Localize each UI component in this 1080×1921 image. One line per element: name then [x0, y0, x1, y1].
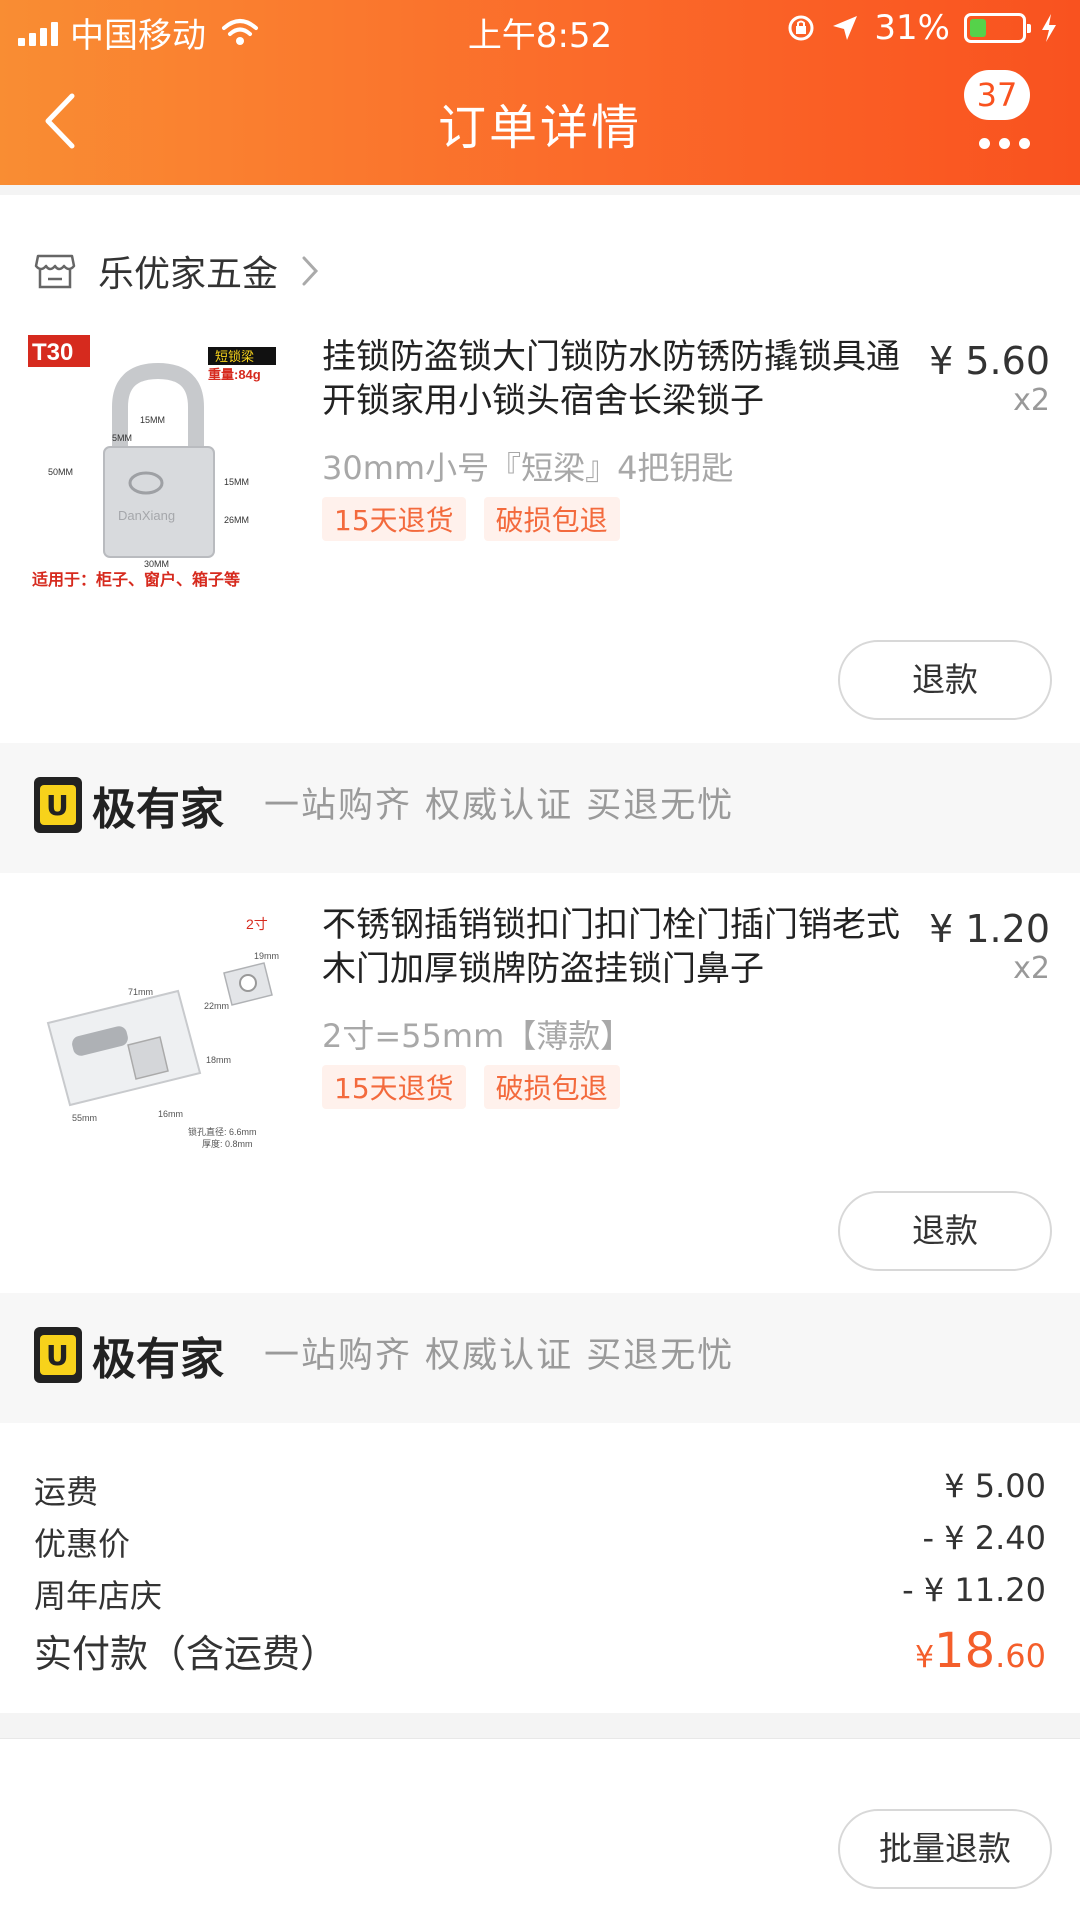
- banner-slogan: 一站购齐 权威认证 买退无忧: [264, 1336, 735, 1376]
- shop-name: 乐优家五金: [98, 254, 279, 295]
- shipping-value: ¥ 5.00: [944, 1467, 1046, 1505]
- svg-text:适用于：柜子、窗户、箱子等: 适用于：柜子、窗户、箱子等: [32, 570, 240, 589]
- app-header: 中国移动 上午8:52 31% 订单详情 37: [0, 0, 1080, 185]
- tag-15-day-return: 15天退货: [322, 497, 466, 541]
- tag-15-day-return: 15天退货: [322, 1065, 466, 1109]
- svg-text:短锁梁: 短锁梁: [215, 349, 254, 364]
- paid-integer: 18: [934, 1623, 996, 1679]
- svg-text:锁孔直径: 6.6mm: 锁孔直径: 6.6mm: [188, 1126, 257, 1137]
- anniversary-row: 周年店庆 - ¥ 11.20: [34, 1571, 1046, 1621]
- order-card: 2寸 71mm 22mm 19mm 55mm 16mm 18mm 锁孔直径: 6…: [0, 873, 1080, 1293]
- product-image-latch[interactable]: 2寸 71mm 22mm 19mm 55mm 16mm 18mm 锁孔直径: 6…: [28, 903, 288, 1163]
- svg-text:15MM: 15MM: [140, 415, 165, 425]
- status-right: 31%: [786, 8, 1058, 48]
- svg-text:重量:84g: 重量:84g: [208, 367, 261, 382]
- svg-text:DanXiang: DanXiang: [118, 508, 175, 523]
- paid-row: 实付款（含运费） ¥18.60: [34, 1623, 1046, 1689]
- svg-text:22mm: 22mm: [204, 1001, 229, 1011]
- jiyoujia-logo: 极有家: [34, 1323, 224, 1387]
- banner-brand: 极有家: [92, 784, 224, 835]
- jiyoujia-logo-icon: [34, 777, 82, 833]
- batch-refund-button[interactable]: 批量退款: [838, 1809, 1052, 1889]
- svg-text:2寸: 2寸: [246, 916, 268, 932]
- price-summary: 运费 ¥ 5.00 优惠价 - ¥ 2.40 周年店庆 - ¥ 11.20 实付…: [0, 1423, 1080, 1713]
- message-count-badge: 37: [964, 70, 1030, 120]
- battery-percent: 31%: [874, 8, 950, 48]
- discount-value: - ¥ 2.40: [922, 1519, 1047, 1557]
- anniversary-label: 周年店庆: [34, 1577, 163, 1615]
- shipping-row: 运费 ¥ 5.00: [34, 1467, 1046, 1517]
- svg-text:厚度: 0.8mm: 厚度: 0.8mm: [202, 1138, 253, 1149]
- store-icon: [34, 254, 76, 289]
- product-title[interactable]: 不锈钢插销锁扣门扣门栓门插门销老式木门加厚锁牌防盗挂锁门鼻子: [322, 903, 922, 991]
- paid-amount: ¥18.60: [915, 1623, 1046, 1679]
- refund-button[interactable]: 退款: [838, 1191, 1052, 1271]
- product-price: ¥ 5.60: [929, 339, 1050, 383]
- rotation-lock-icon: [788, 15, 814, 41]
- jiyoujia-banner: 极有家 一站购齐 权威认证 买退无忧: [0, 743, 1080, 873]
- refund-button[interactable]: 退款: [838, 640, 1052, 720]
- svg-text:5MM: 5MM: [112, 433, 132, 443]
- banner-brand: 极有家: [92, 1334, 224, 1385]
- page-title: 订单详情: [437, 100, 642, 156]
- svg-text:55mm: 55mm: [72, 1113, 97, 1123]
- chevron-right-icon: [302, 256, 319, 286]
- svg-text:16mm: 16mm: [158, 1109, 183, 1119]
- tag-damage-refund: 破损包退: [483, 497, 620, 541]
- product-spec: 2寸=55mm【薄款】: [322, 1017, 633, 1055]
- jiyoujia-logo: 极有家: [34, 773, 224, 837]
- battery-icon: [964, 13, 1031, 43]
- status-bar: 中国移动 上午8:52 31%: [0, 0, 1080, 60]
- paid-label: 实付款（含运费）: [34, 1632, 339, 1676]
- location-icon: [833, 16, 858, 40]
- discount-label: 优惠价: [34, 1525, 131, 1563]
- product-title[interactable]: 挂锁防盗锁大门锁防水防锈防撬锁具通开锁家用小锁头宿舍长梁锁子: [322, 335, 922, 423]
- anniversary-value: - ¥ 11.20: [902, 1571, 1046, 1609]
- shipping-label: 运费: [34, 1473, 99, 1511]
- svg-text:18mm: 18mm: [206, 1055, 231, 1065]
- shop-link[interactable]: 乐优家五金: [34, 245, 320, 297]
- product-spec: 30mm小号『短梁』4把钥匙: [322, 449, 734, 487]
- more-menu-button[interactable]: 37: [944, 70, 1040, 160]
- svg-text:26MM: 26MM: [224, 515, 249, 525]
- charging-icon: [1042, 14, 1056, 42]
- tag-damage-refund: 破损包退: [483, 1065, 620, 1109]
- paid-currency: ¥: [914, 1640, 935, 1675]
- discount-row: 优惠价 - ¥ 2.40: [34, 1519, 1046, 1569]
- product-item[interactable]: 2寸 71mm 22mm 19mm 55mm 16mm 18mm 锁孔直径: 6…: [0, 903, 1080, 1163]
- svg-text:15MM: 15MM: [224, 477, 249, 487]
- svg-text:30MM: 30MM: [144, 559, 169, 569]
- svg-text:T30: T30: [32, 339, 73, 366]
- product-quantity: x2: [1013, 383, 1050, 418]
- jiyoujia-banner: 极有家 一站购齐 权威认证 买退无忧: [0, 1293, 1080, 1423]
- svg-text:50MM: 50MM: [48, 467, 73, 477]
- svg-text:71mm: 71mm: [128, 987, 153, 997]
- footer-actions: 批量退款: [0, 1738, 1080, 1921]
- product-quantity: x2: [1013, 951, 1050, 986]
- more-dots-icon: [979, 138, 1030, 149]
- product-image-padlock[interactable]: T30 短锁梁 重量:84g DanXiang 15MM 5MM 50MM 15…: [28, 335, 288, 595]
- order-card: 乐优家五金 T30 短锁梁 重量:84g DanXiang 15MM 5MM 5…: [0, 195, 1080, 743]
- product-price: ¥ 1.20: [929, 907, 1050, 951]
- svg-text:19mm: 19mm: [254, 951, 279, 961]
- service-tags: 15天退货 破损包退: [322, 1065, 620, 1109]
- service-tags: 15天退货 破损包退: [322, 497, 620, 541]
- product-item[interactable]: T30 短锁梁 重量:84g DanXiang 15MM 5MM 50MM 15…: [0, 335, 1080, 595]
- banner-slogan: 一站购齐 权威认证 买退无忧: [264, 786, 735, 826]
- paid-decimal: .60: [995, 1637, 1046, 1675]
- jiyoujia-logo-icon: [34, 1327, 82, 1383]
